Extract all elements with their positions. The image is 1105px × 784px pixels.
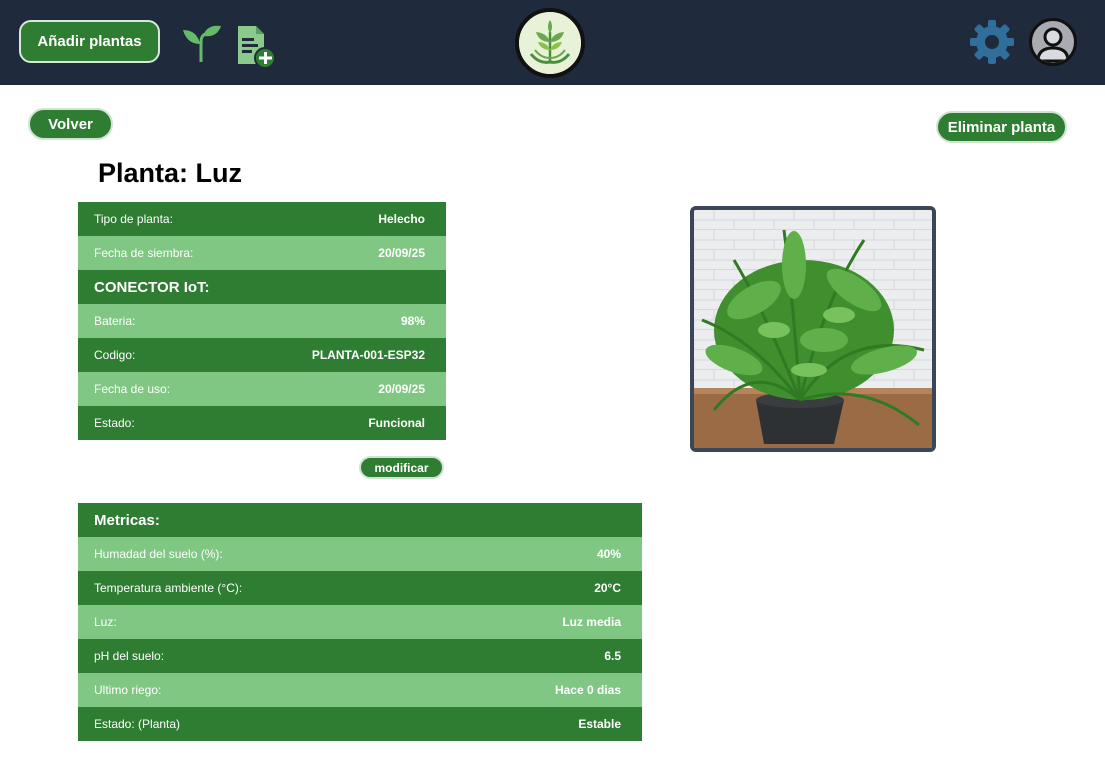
table-row: Estado: Funcional [78, 406, 446, 440]
row-label: Humadad del suelo (%): [94, 547, 223, 561]
row-label: Ultimo riego: [94, 683, 162, 697]
row-label: Temperatura ambiente (°C): [94, 581, 243, 595]
row-label: Estado: (Planta) [94, 717, 181, 731]
row-value: Hace 0 dias [554, 683, 621, 697]
table-row: Bateria: 98% [78, 304, 446, 338]
row-label: Estado: [94, 416, 135, 430]
add-document-icon[interactable] [234, 24, 278, 70]
row-value: 6.5 [604, 649, 621, 663]
metrics-table: Metricas: Humadad del suelo (%): 40% Tem… [78, 503, 642, 741]
table-row: Codigo: PLANTA-001-ESP32 [78, 338, 446, 372]
row-label: Bateria: [94, 314, 136, 328]
table-row: Fecha de siembra: 20/09/25 [78, 236, 446, 270]
table-row: Luz: Luz media [78, 605, 642, 639]
back-button[interactable]: Volver [28, 108, 113, 140]
section-heading: Metricas: [94, 511, 160, 529]
table-row: Temperatura ambiente (°C): 20°C [78, 571, 642, 605]
gear-icon[interactable] [969, 19, 1015, 65]
add-plants-button[interactable]: Añadir plantas [19, 20, 160, 63]
row-value: Estable [578, 717, 621, 731]
row-value: 40% [596, 547, 621, 561]
user-avatar-icon[interactable] [1029, 18, 1077, 66]
row-value: 20°C [594, 581, 621, 595]
page-title: Planta: Luz [98, 158, 243, 188]
row-value: 98% [400, 314, 425, 328]
table-row: Tipo de planta: Helecho [78, 202, 446, 236]
row-label: Luz: [94, 615, 117, 629]
modify-button[interactable]: modificar [359, 456, 444, 479]
table-row: pH del suelo: 6.5 [78, 639, 642, 673]
row-label: Fecha de siembra: [94, 246, 194, 260]
sprout-icon[interactable] [181, 22, 223, 64]
row-label: Codigo: [94, 348, 136, 362]
row-value: 20/09/25 [378, 246, 425, 260]
metrics-header: Metricas: [78, 503, 642, 537]
section-heading: CONECTOR IoT: [94, 278, 210, 296]
app-logo[interactable] [515, 8, 585, 78]
row-label: Tipo de planta: [94, 212, 173, 226]
row-value: Luz media [562, 615, 621, 629]
row-label: Fecha de uso: [94, 382, 171, 396]
table-row: Fecha de uso: 20/09/25 [78, 372, 446, 406]
top-bar: Añadir plantas [0, 0, 1105, 85]
row-value: 20/09/25 [378, 382, 425, 396]
table-row: Humadad del suelo (%): 40% [78, 537, 642, 571]
plant-photo [690, 206, 936, 452]
row-label: pH del suelo: [94, 649, 165, 663]
row-value: Funcional [368, 416, 425, 430]
iot-connector-header: CONECTOR IoT: [78, 270, 446, 304]
table-row: Estado: (Planta) Estable [78, 707, 642, 741]
row-value: PLANTA-001-ESP32 [311, 348, 425, 362]
plant-info-table: Tipo de planta: Helecho Fecha de siembra… [78, 202, 446, 440]
delete-plant-button[interactable]: Eliminar planta [936, 111, 1067, 143]
row-value: Helecho [378, 212, 425, 226]
table-row: Ultimo riego: Hace 0 dias [78, 673, 642, 707]
